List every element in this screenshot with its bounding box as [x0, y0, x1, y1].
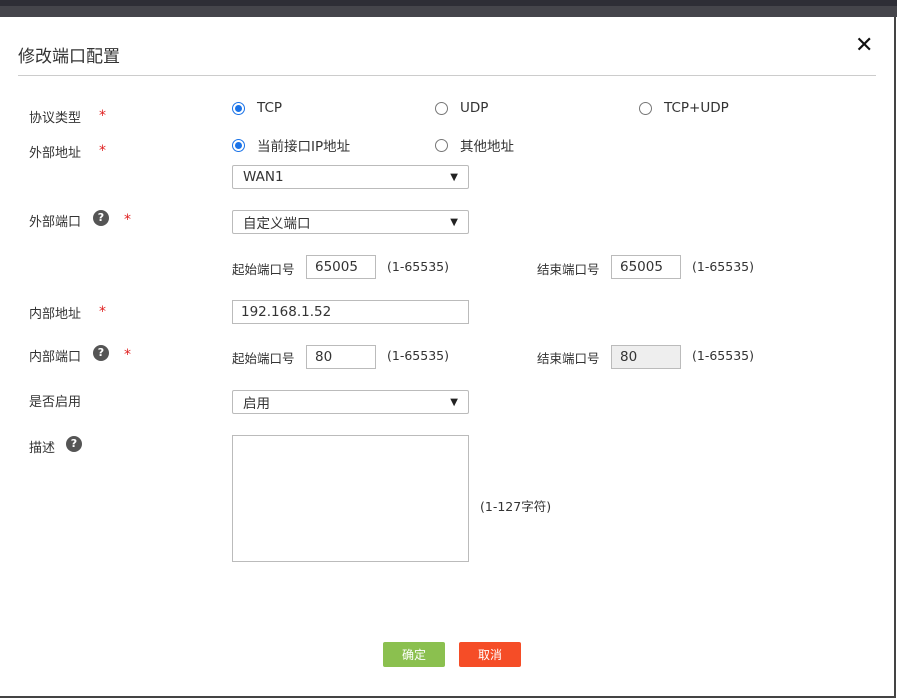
- select-value: 自定义端口: [243, 216, 311, 232]
- required-mark: *: [99, 143, 106, 159]
- radio-unchecked-icon: [639, 101, 652, 115]
- help-icon[interactable]: ?: [66, 436, 82, 452]
- port-range-hint: (1-65535): [387, 348, 449, 363]
- help-icon[interactable]: ?: [93, 345, 109, 361]
- start-port-label: 起始端口号: [232, 351, 295, 366]
- required-mark: *: [99, 304, 106, 320]
- start-port-label: 起始端口号: [232, 262, 295, 277]
- protocol-label: 协议类型: [29, 111, 82, 126]
- chevron-down-icon: ▼: [450, 216, 458, 228]
- chevron-down-icon: ▼: [450, 396, 458, 408]
- port-range-hint: (1-65535): [387, 259, 449, 274]
- background-top-bar: [0, 0, 897, 17]
- required-mark: *: [99, 108, 106, 124]
- radio-label: 其他地址: [460, 139, 514, 155]
- end-port-label: 结束端口号: [537, 351, 600, 366]
- chevron-down-icon: ▼: [450, 171, 458, 183]
- radio-label: TCP: [257, 100, 283, 116]
- radio-label: UDP: [460, 100, 489, 116]
- radio-unchecked-icon: [435, 138, 448, 152]
- radio-unchecked-icon: [435, 101, 448, 115]
- cancel-button[interactable]: 取消: [459, 642, 521, 667]
- description-label: 描述: [29, 441, 56, 456]
- select-value: WAN1: [243, 169, 284, 185]
- external-start-port-input[interactable]: 65005: [306, 255, 376, 279]
- required-mark: *: [124, 347, 131, 363]
- internal-address-label: 内部地址: [29, 307, 82, 322]
- radio-current-interface-ip[interactable]: 当前接口IP地址: [232, 135, 350, 155]
- port-range-hint: (1-65535): [692, 348, 754, 363]
- port-range-hint: (1-65535): [692, 259, 754, 274]
- help-icon[interactable]: ?: [93, 210, 109, 226]
- radio-other-address[interactable]: 其他地址: [435, 135, 514, 155]
- radio-tcp-udp[interactable]: TCP+UDP: [639, 100, 729, 116]
- close-icon[interactable]: ✕: [855, 35, 873, 57]
- confirm-button[interactable]: 确定: [383, 642, 445, 667]
- radio-checked-icon: [232, 101, 245, 115]
- interface-select[interactable]: WAN1 ▼: [232, 165, 469, 189]
- dialog-title: 修改端口配置: [18, 47, 120, 67]
- external-end-port-input[interactable]: 65005: [611, 255, 681, 279]
- external-address-label: 外部地址: [29, 146, 82, 161]
- required-mark: *: [124, 212, 131, 228]
- end-port-label: 结束端口号: [537, 262, 600, 277]
- radio-label: 当前接口IP地址: [257, 139, 351, 155]
- description-length-hint: (1-127字符): [480, 499, 552, 514]
- radio-checked-icon: [232, 138, 245, 152]
- internal-end-port-input: 80: [611, 345, 681, 369]
- divider: [18, 75, 876, 76]
- radio-label: TCP+UDP: [664, 100, 729, 116]
- radio-tcp[interactable]: TCP: [232, 100, 282, 116]
- internal-address-input[interactable]: 192.168.1.52: [232, 300, 469, 324]
- internal-port-label: 内部端口: [29, 350, 82, 365]
- select-value: 启用: [243, 396, 270, 412]
- enable-label: 是否启用: [29, 395, 82, 410]
- description-textarea[interactable]: [232, 435, 469, 562]
- internal-start-port-input[interactable]: 80: [306, 345, 376, 369]
- external-port-label: 外部端口: [29, 215, 82, 230]
- external-port-mode-select[interactable]: 自定义端口 ▼: [232, 210, 469, 234]
- enable-select[interactable]: 启用 ▼: [232, 390, 469, 414]
- radio-udp[interactable]: UDP: [435, 100, 488, 116]
